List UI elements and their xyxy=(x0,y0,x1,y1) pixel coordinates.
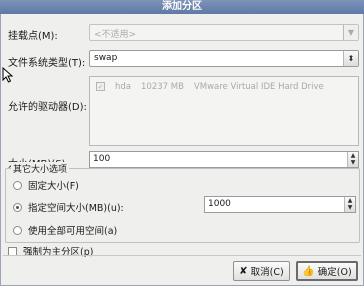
ok-button[interactable]: 👍 确定(O) xyxy=(296,261,358,281)
drive-checkbox[interactable]: ✓ xyxy=(96,82,105,91)
updown-arrows-icon: ⬍ xyxy=(343,51,358,66)
radio-max-label: 指定空间大小(MB)(u): xyxy=(28,203,124,214)
mount-point-label: 挂载点(M): xyxy=(8,31,58,42)
max-size-spinbox[interactable]: 1000 ▲ ▼ xyxy=(204,196,356,213)
radio-circle[interactable] xyxy=(13,180,22,190)
add-partition-dialog: 挂载点(M): <不适用> ▼ 文件系统类型(T): swap ⬍ 允许的驱动器… xyxy=(0,14,364,286)
drives-list[interactable]: ✓ hda 10237 MB VMware Virtual IDE Hard D… xyxy=(89,76,359,146)
radio-fill-space[interactable]: 使用全部可用空间(a) xyxy=(13,223,117,237)
fs-type-value: swap xyxy=(94,53,118,63)
size-options-frame: 其它大小选项 固定大小(F) 指定空间大小(MB)(u): 1000 ▲ ▼ 使用… xyxy=(5,162,360,243)
radio-fixed-size[interactable]: 固定大小(F) xyxy=(13,178,79,192)
mouse-pointer-icon xyxy=(2,67,14,83)
size-spinbox[interactable]: 100 ▲ ▼ xyxy=(89,151,359,168)
mount-point-value: <不适用> xyxy=(94,30,137,40)
radio-circle[interactable] xyxy=(13,225,22,235)
thumbs-up-icon: 👍 xyxy=(302,265,315,277)
separator xyxy=(3,255,361,256)
fs-type-label: 文件系统类型(T): xyxy=(8,58,86,69)
drive-row[interactable]: ✓ hda 10237 MB VMware Virtual IDE Hard D… xyxy=(96,82,324,92)
drive-name: hda xyxy=(115,82,131,92)
size-options-title: 其它大小选项 xyxy=(11,162,70,175)
drives-label: 允许的驱动器(D): xyxy=(8,102,87,113)
radio-fixed-label: 固定大小(F) xyxy=(28,181,79,192)
spin-arrows-icon[interactable]: ▲ ▼ xyxy=(344,197,355,212)
drive-size: 10237 MB xyxy=(141,82,184,92)
window-title: 添加分区 xyxy=(0,0,364,14)
fs-type-select[interactable]: swap ⬍ xyxy=(89,50,359,67)
drive-model: VMware Virtual IDE Hard Drive xyxy=(193,82,324,92)
radio-fill-label: 使用全部可用空间(a) xyxy=(28,226,118,237)
ok-label: 确定(O) xyxy=(317,267,352,278)
size-value: 100 xyxy=(93,154,111,164)
radio-max-size[interactable]: 指定空间大小(MB)(u): xyxy=(13,200,124,214)
chevron-down-icon: ▼ xyxy=(343,25,358,40)
cancel-button[interactable]: ✘ 取消(C) xyxy=(233,261,290,281)
radio-circle-selected[interactable] xyxy=(13,202,22,212)
cancel-label: 取消(C) xyxy=(250,267,284,278)
mount-point-combo[interactable]: <不适用> ▼ xyxy=(89,24,359,41)
spin-arrows-icon[interactable]: ▲ ▼ xyxy=(347,152,358,167)
x-icon: ✘ xyxy=(239,265,248,277)
max-size-value: 1000 xyxy=(208,199,231,209)
